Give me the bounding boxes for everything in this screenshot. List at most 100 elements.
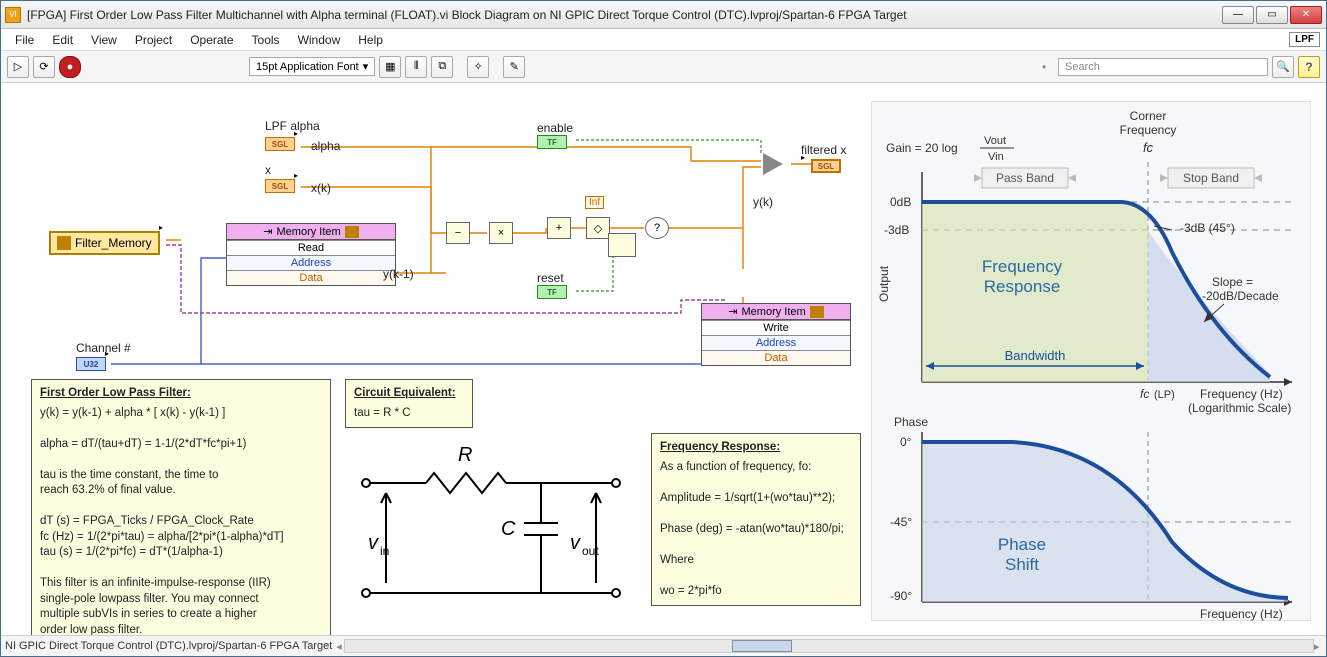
menu-help[interactable]: Help <box>350 31 391 49</box>
cleanup-button[interactable]: ✧ <box>467 56 489 78</box>
font-selector[interactable]: 15pt Application Font▾ <box>249 57 375 76</box>
horizontal-scrollbar[interactable] <box>344 639 1314 653</box>
menu-bar: File Edit View Project Operate Tools Win… <box>1 29 1326 51</box>
filter-memory-label: Filter_Memory <box>75 236 152 250</box>
memory-write-op: Write <box>702 320 850 335</box>
memory-glyph-icon <box>345 226 359 238</box>
scrollbar-thumb[interactable] <box>732 640 792 652</box>
enable-terminal[interactable]: TF <box>537 135 567 149</box>
filtered-x-terminal[interactable]: SGL <box>811 159 841 173</box>
block-diagram-canvas[interactable]: LPF alpha SGL ▸ alpha x SGL ▸ x(k) enabl… <box>1 83 1326 636</box>
add-node[interactable]: + <box>547 217 571 239</box>
distribute-button[interactable]: ⫴ <box>405 56 427 78</box>
yk-label: y(k) <box>753 195 773 209</box>
run-cont-button[interactable]: ⟳ <box>33 56 55 78</box>
svg-text:Pass Band: Pass Band <box>996 171 1054 185</box>
abort-button[interactable]: ● <box>59 56 81 78</box>
channel-terminal[interactable]: U32 <box>76 357 106 371</box>
note-line: reach 63.2% of final value. <box>40 483 322 499</box>
close-button[interactable]: ✕ <box>1290 6 1322 24</box>
note-circuit-equivalent: Circuit Equivalent: tau = R * C <box>345 379 473 428</box>
lpf-alpha-terminal[interactable]: SGL <box>265 137 295 151</box>
font-label: 15pt Application Font <box>256 61 359 73</box>
scroll-right-icon[interactable]: ▸ <box>1314 640 1322 653</box>
search-nav-icon: • <box>1042 60 1054 74</box>
svg-text:Phase: Phase <box>894 415 928 429</box>
lpf-alpha-label: LPF alpha <box>265 119 320 133</box>
svg-text:0dB: 0dB <box>890 195 911 209</box>
reorder-button[interactable]: ⧉ <box>431 56 453 78</box>
svg-text:fc: fc <box>1140 387 1149 401</box>
memory-read-node[interactable]: ⇥Memory Item Read Address Data <box>226 223 396 286</box>
help-button[interactable]: ? <box>1298 56 1320 78</box>
scroll-left-icon[interactable]: ◂ <box>336 640 344 653</box>
filter-memory-ref[interactable]: Filter_Memory <box>49 231 160 255</box>
svg-text:(LP): (LP) <box>1154 389 1175 401</box>
svg-text:Vout: Vout <box>984 135 1006 147</box>
frequency-response-diagram: Corner Frequency fc Gain = 20 log Vout V… <box>871 101 1311 621</box>
menu-file[interactable]: File <box>7 31 42 49</box>
select-node[interactable]: ? <box>645 217 669 239</box>
r-label: R <box>458 444 472 466</box>
memory-write-data: Data <box>702 350 850 365</box>
memory-glyph-icon <box>810 306 824 318</box>
memory-read-op: Read <box>227 240 395 255</box>
memory-read-addr: Address <box>227 255 395 270</box>
multiply-node[interactable]: × <box>489 222 513 244</box>
menu-operate[interactable]: Operate <box>182 31 241 49</box>
menu-window[interactable]: Window <box>290 31 349 49</box>
select-zero-node[interactable] <box>608 233 636 257</box>
note-line: Phase (deg) = -atan(wo*tau)*180/pi; <box>660 522 852 538</box>
memory-read-data: Data <box>227 270 395 285</box>
note-heading: First Order Low Pass Filter: <box>40 386 322 402</box>
compare-node[interactable]: ◇ <box>586 217 610 239</box>
note-heading: Frequency Response: <box>660 440 852 456</box>
maximize-button[interactable]: ▭ <box>1256 6 1288 24</box>
menu-view[interactable]: View <box>83 31 125 49</box>
align-button[interactable]: ▦ <box>379 56 401 78</box>
window-buttons: — ▭ ✕ <box>1222 6 1322 24</box>
svg-text:-3dB: -3dB <box>884 223 909 237</box>
memory-read-header: ⇥Memory Item <box>227 224 395 240</box>
menu-project[interactable]: Project <box>127 31 180 49</box>
run-button[interactable]: ▷ <box>7 56 29 78</box>
note-line: tau is the time constant, the time to <box>40 468 322 484</box>
note-line: Amplitude = 1/sqrt(1+(wo*tau)**2); <box>660 491 852 507</box>
toolbar: ▷ ⟳ ● 15pt Application Font▾ ▦ ⫴ ⧉ ✧ ✎ •… <box>1 51 1326 83</box>
menu-edit[interactable]: Edit <box>44 31 81 49</box>
app-icon: VI <box>5 7 21 23</box>
memory-write-title: Memory Item <box>742 306 806 318</box>
svg-text:fc: fc <box>1143 140 1154 155</box>
memory-write-header: ⇥ Memory Item <box>702 304 850 320</box>
c-label: C <box>501 518 516 540</box>
x-terminal[interactable]: SGL <box>265 179 295 193</box>
svg-text:-3dB (45°): -3dB (45°) <box>1180 221 1235 235</box>
inf-constant: Inf <box>585 196 604 209</box>
memory-write-node[interactable]: ⇥Memory Item Write Address Data <box>701 303 851 366</box>
minimize-button[interactable]: — <box>1222 6 1254 24</box>
lpf-chip: LPF <box>1289 32 1320 47</box>
node-tag-icon: ▸ <box>801 153 805 162</box>
reset-terminal[interactable]: TF <box>537 285 567 299</box>
search-input[interactable]: Search <box>1058 58 1268 76</box>
menu-tools[interactable]: Tools <box>244 31 288 49</box>
svg-text:-45°: -45° <box>890 515 912 529</box>
output-select-node[interactable] <box>763 153 783 175</box>
node-tag-icon: ▸ <box>294 171 298 180</box>
node-tag-icon: ▸ <box>159 223 163 232</box>
subtract-node[interactable]: − <box>446 222 470 244</box>
svg-text:Bandwidth: Bandwidth <box>1005 348 1066 363</box>
note-line: Where <box>660 553 852 569</box>
title-bar: VI [FPGA] First Order Low Pass Filter Mu… <box>1 1 1326 29</box>
search-button[interactable]: 🔍 <box>1272 56 1294 78</box>
note-line: order low pass filter. <box>40 623 322 636</box>
filtered-x-label: filtered x <box>801 143 846 157</box>
note-line: tau (s) = 1/(2*pi*fc) = dT*(1/alpha-1) <box>40 545 322 561</box>
note-heading: Circuit Equivalent: <box>354 386 464 402</box>
svg-text:Frequency (Hz): Frequency (Hz) <box>1200 607 1283 621</box>
arrow-icon: ⇥ <box>728 305 737 318</box>
status-bar: NI GPIC Direct Torque Control (DTC).lvpr… <box>1 636 1326 656</box>
svg-text:Frequency: Frequency <box>982 257 1063 276</box>
highlight-button[interactable]: ✎ <box>503 56 525 78</box>
note-line: alpha = dT/(tau+dT) = 1-1/(2*dT*fc*pi+1) <box>40 437 322 453</box>
